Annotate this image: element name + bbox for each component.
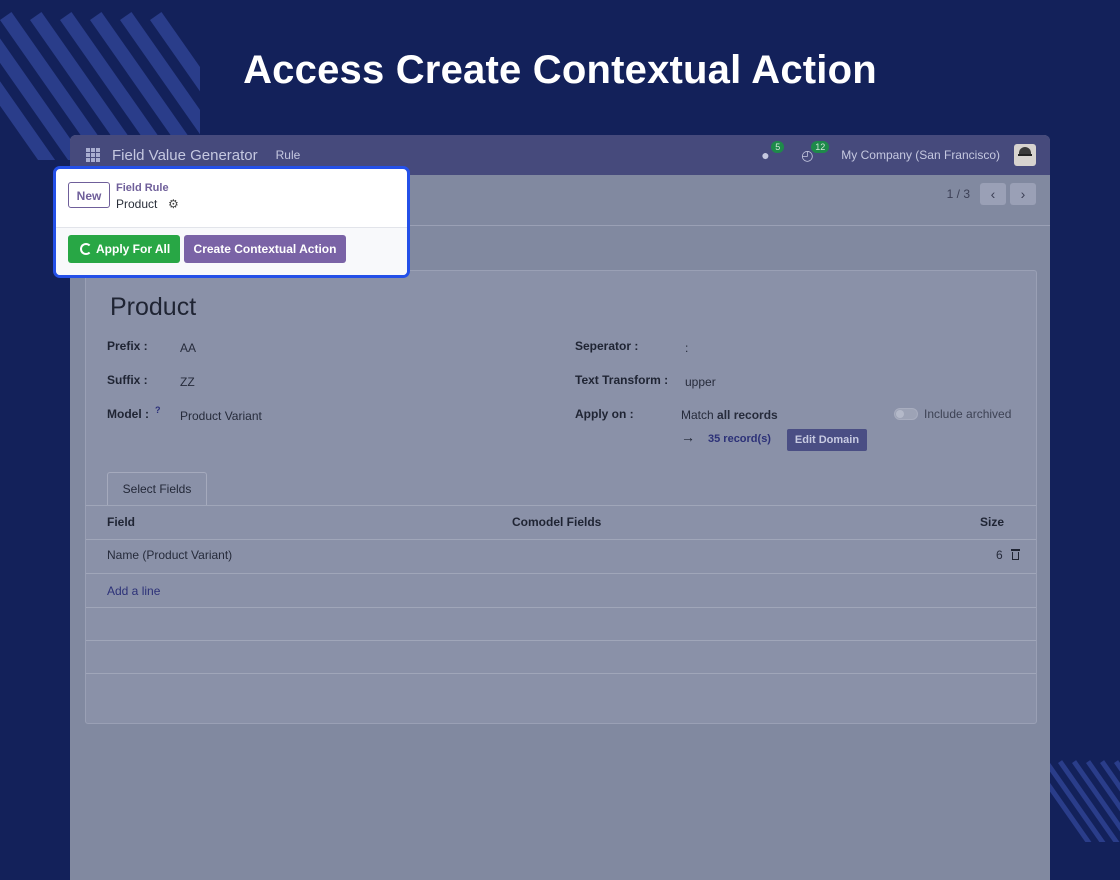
pager-previous-button[interactable]: ‹ (980, 183, 1006, 205)
form-sheet: Product Prefix : AA Suffix : ZZ Model : … (85, 270, 1037, 724)
text-transform-field[interactable]: upper (685, 375, 716, 389)
model-field[interactable]: Product Variant (180, 409, 262, 423)
include-archived-label: Include archived (924, 407, 1012, 421)
arrow-right-icon: → (681, 429, 695, 445)
column-header-comodel-fields[interactable]: Comodel Fields (512, 515, 601, 529)
apply-on-summary: Match all records (681, 408, 778, 422)
nav-menu-rule[interactable]: Rule (276, 148, 301, 162)
apply-for-all-label: Apply For All (96, 242, 171, 256)
highlighted-action-panel: New Field Rule Product ⚙ Apply For All C… (53, 166, 410, 278)
records-count-link[interactable]: 35 record(s) (708, 433, 771, 445)
refresh-icon (80, 243, 92, 255)
breadcrumb-bar: New Field Rule Product ⚙ (56, 169, 407, 228)
row-divider (86, 673, 1036, 674)
row-divider (86, 607, 1036, 608)
action-button-bar: Apply For All Create Contextual Action (56, 228, 407, 275)
tab-divider (86, 505, 1036, 506)
add-a-line-link[interactable]: Add a line (107, 584, 160, 598)
user-avatar[interactable] (1014, 144, 1036, 166)
breadcrumb-parent-link[interactable]: Field Rule (116, 182, 169, 194)
column-header-field[interactable]: Field (107, 515, 135, 529)
edit-domain-button[interactable]: Edit Domain (787, 429, 867, 451)
messages-badge: 5 (771, 141, 785, 153)
messages-button[interactable]: ● 5 (761, 141, 787, 165)
pager-value[interactable]: 1 / 3 (947, 187, 970, 201)
model-label: Model : (107, 407, 149, 421)
suffix-field[interactable]: ZZ (180, 375, 195, 389)
record-title[interactable]: Product (110, 293, 196, 322)
chat-icon: ● (761, 147, 770, 163)
decorative-stripes-bottom-right (1050, 758, 1120, 842)
model-help-tooltip[interactable]: ? (155, 405, 161, 415)
page-headline: Access Create Contextual Action (243, 48, 877, 92)
activities-button[interactable]: ◴ 12 (801, 141, 830, 165)
gear-icon[interactable]: ⚙ (168, 197, 179, 211)
breadcrumb-current: Product (116, 197, 158, 211)
apply-on-prefix: Match (681, 408, 714, 422)
activities-badge: 12 (811, 141, 830, 153)
include-archived-toggle[interactable] (894, 408, 918, 420)
new-record-button[interactable]: New (68, 182, 110, 208)
row-divider (86, 640, 1036, 641)
record-pager: 1 / 3 ‹ › (947, 183, 1036, 205)
apply-on-scope: all records (717, 408, 778, 422)
text-transform-label: Text Transform : (575, 373, 669, 387)
create-contextual-action-button[interactable]: Create Contextual Action (184, 235, 346, 263)
prefix-label: Prefix : (107, 339, 148, 353)
row-size-cell[interactable]: 6 (996, 548, 1003, 562)
suffix-label: Suffix : (107, 373, 148, 387)
nav-app-name[interactable]: Field Value Generator (112, 147, 258, 164)
prefix-field[interactable]: AA (180, 341, 196, 355)
separator-label: Seperator : (575, 339, 639, 353)
row-divider (86, 573, 1036, 574)
row-field-cell[interactable]: Name (Product Variant) (107, 548, 232, 562)
column-header-size[interactable]: Size (980, 515, 1004, 529)
row-divider (86, 539, 1036, 540)
app-grid-icon[interactable] (86, 148, 100, 162)
apply-on-label: Apply on : (575, 407, 634, 421)
apply-for-all-button[interactable]: Apply For All (68, 235, 180, 263)
pager-next-button[interactable]: › (1010, 183, 1036, 205)
separator-field[interactable]: : (685, 341, 688, 355)
company-switcher[interactable]: My Company (San Francisco) (841, 148, 1000, 162)
tab-select-fields[interactable]: Select Fields (107, 472, 207, 505)
delete-row-trash-icon[interactable] (1011, 549, 1020, 560)
